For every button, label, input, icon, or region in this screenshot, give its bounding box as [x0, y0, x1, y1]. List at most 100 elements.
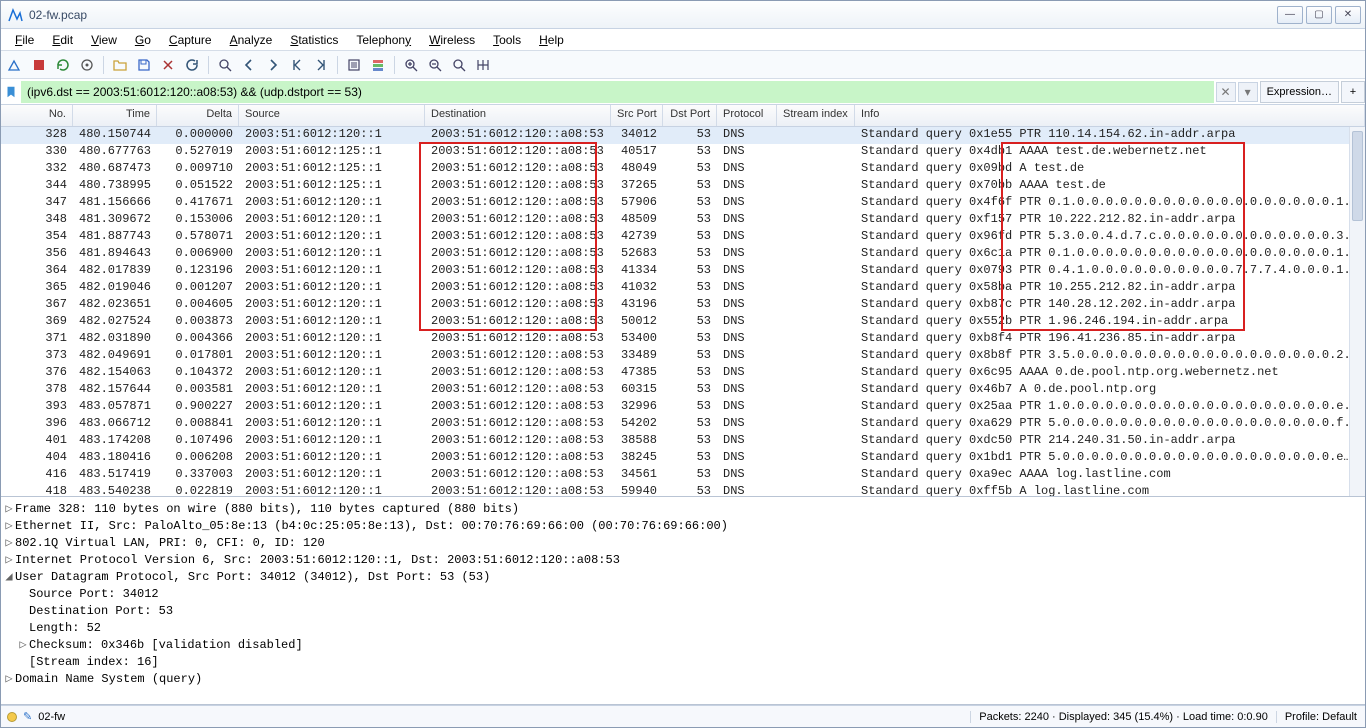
table-row[interactable]: 344480.7389950.0515222003:51:6012:125::1… — [1, 178, 1365, 195]
menu-capture[interactable]: Capture — [161, 31, 220, 49]
zoom-reset-icon[interactable] — [449, 55, 469, 75]
table-row[interactable]: 401483.1742080.1074962003:51:6012:120::1… — [1, 433, 1365, 450]
table-row[interactable]: 396483.0667120.0088412003:51:6012:120::1… — [1, 416, 1365, 433]
col-time[interactable]: Time — [73, 105, 157, 126]
table-row[interactable]: 332480.6874730.0097102003:51:6012:125::1… — [1, 161, 1365, 178]
expert-info-icon[interactable] — [7, 712, 17, 722]
apply-filter-icon[interactable]: ▾ — [1238, 82, 1258, 102]
table-row[interactable]: 356481.8946430.0069002003:51:6012:120::1… — [1, 246, 1365, 263]
auto-scroll-icon[interactable] — [344, 55, 364, 75]
frame-summary[interactable]: Frame 328: 110 bytes on wire (880 bits),… — [15, 501, 519, 518]
udp-srcport[interactable]: Source Port: 34012 — [29, 586, 159, 603]
expand-icon[interactable]: ▷ — [3, 535, 15, 552]
eth-summary[interactable]: Ethernet II, Src: PaloAlto_05:8e:13 (b4:… — [15, 518, 728, 535]
col-proto[interactable]: Protocol — [717, 105, 777, 126]
jump-first-icon[interactable] — [287, 55, 307, 75]
scrollbar-thumb[interactable] — [1352, 131, 1363, 221]
menu-help[interactable]: Help — [531, 31, 572, 49]
menu-file[interactable]: File — [7, 31, 42, 49]
menu-tools[interactable]: Tools — [485, 31, 529, 49]
table-row[interactable]: 418483.5402380.0228192003:51:6012:120::1… — [1, 484, 1365, 497]
udp-dstport[interactable]: Destination Port: 53 — [29, 603, 173, 620]
maximize-button[interactable]: ▢ — [1306, 6, 1332, 24]
reload-icon[interactable] — [182, 55, 202, 75]
col-stream[interactable]: Stream index — [777, 105, 855, 126]
col-dstport[interactable]: Dst Port — [663, 105, 717, 126]
menu-go[interactable]: Go — [127, 31, 159, 49]
col-info[interactable]: Info — [855, 105, 1365, 126]
table-row[interactable]: 347481.1566660.4176712003:51:6012:120::1… — [1, 195, 1365, 212]
table-row[interactable]: 354481.8877430.5780712003:51:6012:120::1… — [1, 229, 1365, 246]
vertical-scrollbar[interactable] — [1349, 127, 1365, 496]
collapse-icon[interactable]: ◢ — [3, 569, 15, 586]
udp-length[interactable]: Length: 52 — [29, 620, 101, 637]
zoom-in-icon[interactable] — [401, 55, 421, 75]
menu-wireless[interactable]: Wireless — [421, 31, 483, 49]
col-delta[interactable]: Delta — [157, 105, 239, 126]
expand-icon[interactable]: ▷ — [17, 637, 29, 654]
col-srcport[interactable]: Src Port — [611, 105, 663, 126]
capture-options-icon[interactable] — [77, 55, 97, 75]
table-row[interactable]: 348481.3096720.1530062003:51:6012:120::1… — [1, 212, 1365, 229]
expand-icon[interactable]: ▷ — [3, 671, 15, 688]
dns-summary[interactable]: Domain Name System (query) — [15, 671, 202, 688]
table-row[interactable]: 371482.0318900.0043662003:51:6012:120::1… — [1, 331, 1365, 348]
colorize-icon[interactable] — [368, 55, 388, 75]
stop-capture-icon[interactable] — [29, 55, 49, 75]
table-row[interactable]: 404483.1804160.0062082003:51:6012:120::1… — [1, 450, 1365, 467]
bookmark-filter-icon[interactable] — [1, 85, 21, 99]
status-file-label: 02-fw — [38, 711, 65, 723]
minimize-button[interactable]: — — [1277, 6, 1303, 24]
save-file-icon[interactable] — [134, 55, 154, 75]
udp-summary[interactable]: User Datagram Protocol, Src Port: 34012 … — [15, 569, 490, 586]
go-forward-icon[interactable] — [263, 55, 283, 75]
ipv6-summary[interactable]: Internet Protocol Version 6, Src: 2003:5… — [15, 552, 620, 569]
menu-edit[interactable]: Edit — [44, 31, 81, 49]
jump-last-icon[interactable] — [311, 55, 331, 75]
go-back-icon[interactable] — [239, 55, 259, 75]
expand-icon[interactable]: ▷ — [3, 501, 15, 518]
packet-details-pane[interactable]: ▷Frame 328: 110 bytes on wire (880 bits)… — [1, 497, 1365, 705]
table-row[interactable]: 365482.0190460.0012072003:51:6012:120::1… — [1, 280, 1365, 297]
table-row[interactable]: 369482.0275240.0038732003:51:6012:120::1… — [1, 314, 1365, 331]
display-filter-input[interactable] — [21, 81, 1214, 103]
menu-telephony[interactable]: Telephony — [348, 31, 419, 49]
add-filter-button[interactable]: + — [1341, 81, 1365, 103]
restart-capture-icon[interactable] — [53, 55, 73, 75]
menu-analyze[interactable]: Analyze — [222, 31, 281, 49]
table-row[interactable]: 328480.1507440.0000002003:51:6012:120::1… — [1, 127, 1365, 144]
status-profile[interactable]: Profile: Default — [1276, 711, 1365, 723]
menu-statistics[interactable]: Statistics — [282, 31, 346, 49]
table-row[interactable]: 376482.1540630.1043722003:51:6012:120::1… — [1, 365, 1365, 382]
table-row[interactable]: 367482.0236510.0046052003:51:6012:120::1… — [1, 297, 1365, 314]
find-icon[interactable] — [215, 55, 235, 75]
table-row[interactable]: 393483.0578710.9002272003:51:6012:120::1… — [1, 399, 1365, 416]
menu-view[interactable]: View — [83, 31, 125, 49]
expand-icon[interactable]: ▷ — [3, 518, 15, 535]
expand-icon[interactable]: ▷ — [3, 552, 15, 569]
packet-list-body[interactable]: 328480.1507440.0000002003:51:6012:120::1… — [1, 127, 1365, 497]
table-row[interactable]: 330480.6777630.5270192003:51:6012:125::1… — [1, 144, 1365, 161]
table-row[interactable]: 416483.5174190.3370032003:51:6012:120::1… — [1, 467, 1365, 484]
packet-list-header[interactable]: No. Time Delta Source Destination Src Po… — [1, 105, 1365, 127]
udp-stream[interactable]: [Stream index: 16] — [29, 654, 159, 671]
start-capture-icon[interactable] — [5, 55, 25, 75]
table-row[interactable]: 364482.0178390.1231962003:51:6012:120::1… — [1, 263, 1365, 280]
col-dest[interactable]: Destination — [425, 105, 611, 126]
col-no[interactable]: No. — [1, 105, 73, 126]
zoom-out-icon[interactable] — [425, 55, 445, 75]
expression-button[interactable]: Expression… — [1260, 81, 1339, 103]
clear-filter-icon[interactable]: ✕ — [1216, 82, 1236, 102]
col-source[interactable]: Source — [239, 105, 425, 126]
cell: 2003:51:6012:120::a08:53 — [425, 161, 611, 178]
resize-columns-icon[interactable] — [473, 55, 493, 75]
close-file-icon[interactable] — [158, 55, 178, 75]
table-row[interactable]: 373482.0496910.0178012003:51:6012:120::1… — [1, 348, 1365, 365]
udp-checksum[interactable]: Checksum: 0x346b [validation disabled] — [29, 637, 303, 654]
cell: 2003:51:6012:125::1 — [239, 161, 425, 178]
open-file-icon[interactable] — [110, 55, 130, 75]
table-row[interactable]: 378482.1576440.0035812003:51:6012:120::1… — [1, 382, 1365, 399]
close-button[interactable]: ✕ — [1335, 6, 1361, 24]
edit-capture-icon[interactable]: ✎ — [23, 710, 32, 723]
vlan-summary[interactable]: 802.1Q Virtual LAN, PRI: 0, CFI: 0, ID: … — [15, 535, 325, 552]
